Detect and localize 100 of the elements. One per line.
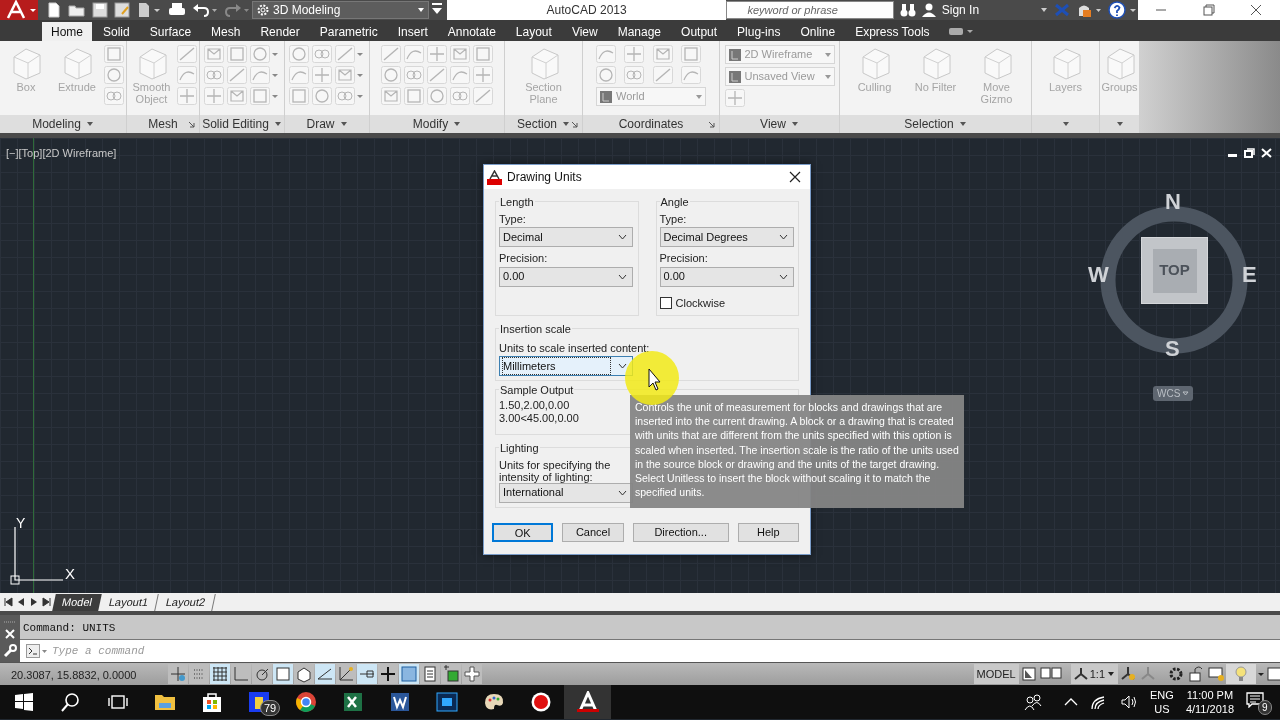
status-toggle-icon[interactable]: [230, 664, 251, 684]
nav-first-icon[interactable]: [2, 596, 14, 608]
ribbon-tab[interactable]: Mesh: [202, 22, 250, 41]
status-toggle-icon[interactable]: [293, 664, 314, 684]
ribbon-tab[interactable]: Insert: [388, 22, 437, 41]
search-icon[interactable]: [59, 691, 82, 713]
view-cube[interactable]: TOP: [1141, 237, 1208, 304]
checkbox[interactable]: [659, 296, 672, 309]
start-icon[interactable]: [12, 691, 35, 713]
dialog-button[interactable]: Direction...: [632, 522, 729, 542]
caret-icon[interactable]: [273, 121, 282, 127]
model-space-button[interactable]: MODEL: [973, 664, 1019, 684]
ribbon-tab[interactable]: Output: [672, 22, 727, 41]
volume-icon[interactable]: [1120, 694, 1139, 710]
grip-icon[interactable]: [3, 619, 17, 624]
clock[interactable]: 11:00 PM 4/11/2018: [1185, 688, 1234, 716]
browser-icon[interactable]: [294, 691, 317, 713]
undo-icon[interactable]: [192, 2, 218, 18]
ribbon-tab[interactable]: Solid: [94, 22, 139, 41]
dropdown[interactable]: Decimal: [499, 227, 633, 247]
annotation-scale-dropdown[interactable]: 1:1: [1070, 664, 1118, 684]
caret-icon[interactable]: [1039, 7, 1048, 13]
close-icon[interactable]: [1250, 4, 1263, 16]
dropdown[interactable]: International: [499, 482, 633, 503]
status-toggle-icon[interactable]: [440, 664, 461, 684]
document-app-icon[interactable]: [388, 691, 411, 713]
command-input[interactable]: Type a command: [52, 642, 1280, 660]
status-toggle-icon[interactable]: [167, 664, 188, 684]
printer-icon[interactable]: [168, 2, 186, 18]
ribbon-tab[interactable]: Parametric: [310, 22, 387, 41]
caret-icon[interactable]: [958, 121, 967, 127]
spreadsheet-app-icon[interactable]: [341, 691, 364, 713]
close-icon[interactable]: [789, 171, 801, 183]
status-toggle-icon[interactable]: [356, 664, 377, 684]
image-editor-icon[interactable]: [435, 691, 458, 713]
dialog-button[interactable]: Cancel: [562, 522, 624, 542]
layout-tab[interactable]: Layout1: [99, 593, 159, 611]
compass-north-label[interactable]: N: [1165, 185, 1181, 218]
caret-icon[interactable]: [1115, 121, 1124, 127]
model-tab[interactable]: Model: [52, 593, 102, 611]
application-logo-icon[interactable]: [0, 0, 38, 20]
nav-last-icon[interactable]: [41, 596, 53, 608]
viewport-label[interactable]: [−][Top][2D Wireframe]: [6, 145, 117, 162]
ribbon-tab[interactable]: Manage: [608, 22, 671, 41]
compass-east-label[interactable]: E: [1242, 258, 1257, 291]
dialog-button[interactable]: Help: [737, 522, 799, 542]
input-language-indicator[interactable]: ENG US: [1150, 688, 1174, 716]
ribbon-tab[interactable]: Layout: [506, 22, 561, 41]
save-icon[interactable]: [92, 2, 108, 18]
ribbon-tab[interactable]: View: [562, 22, 607, 41]
ribbon-tab[interactable]: Surface: [140, 22, 201, 41]
status-toggle-icon[interactable]: [272, 664, 293, 684]
ribbon-tab[interactable]: Annotate: [438, 22, 505, 41]
caret-icon[interactable]: [339, 121, 348, 127]
wrench-icon[interactable]: [3, 643, 17, 658]
dropdown[interactable]: 0.00: [659, 266, 794, 287]
command-line-field[interactable]: Type a command: [20, 640, 1280, 662]
sign-in-link[interactable]: Sign In: [941, 1, 1034, 19]
layout-tab[interactable]: Layout2: [156, 593, 217, 611]
workspace-dropdown[interactable]: 3D Modeling: [252, 1, 429, 19]
caret-icon[interactable]: [453, 121, 462, 127]
status-toggle-icon[interactable]: [335, 664, 356, 684]
hardware-acceleration-icon[interactable]: [1206, 664, 1226, 684]
plot-icon[interactable]: [136, 2, 162, 18]
drafting-app-icon[interactable]: [576, 691, 599, 713]
caret-icon[interactable]: [790, 121, 799, 127]
dropdown[interactable]: Millimeters: [499, 356, 633, 376]
caret-icon[interactable]: [562, 121, 570, 127]
restore-icon[interactable]: [1244, 148, 1255, 158]
status-toggle-icon[interactable]: [398, 664, 419, 684]
compass-west-label[interactable]: W: [1088, 258, 1109, 291]
people-icon[interactable]: [1024, 693, 1043, 711]
launcher-icon[interactable]: [708, 120, 715, 128]
caret-icon[interactable]: [1061, 121, 1070, 127]
user-icon[interactable]: [921, 3, 936, 17]
ribbon-tab[interactable]: Plug-ins: [728, 22, 790, 41]
chevron-up-icon[interactable]: [1064, 697, 1079, 707]
redo-icon[interactable]: [224, 2, 250, 18]
clean-screen-icon[interactable]: [1266, 664, 1280, 684]
launcher-icon[interactable]: [188, 120, 195, 128]
binoculars-icon[interactable]: [899, 3, 916, 17]
status-toggle-icon[interactable]: [461, 664, 482, 684]
status-toggle-icon[interactable]: [419, 664, 440, 684]
status-toggle-icon[interactable]: [314, 664, 335, 684]
open-folder-icon[interactable]: [68, 2, 86, 18]
ribbon-tab[interactable]: Express Tools: [846, 22, 939, 41]
ribbon-tab[interactable]: Online: [791, 22, 845, 41]
save-as-icon[interactable]: [114, 2, 130, 18]
checkbox-label[interactable]: Clockwise: [675, 294, 725, 311]
new-file-icon[interactable]: [46, 2, 62, 18]
record-icon[interactable]: [529, 691, 552, 713]
dropdown[interactable]: Decimal Degrees: [659, 227, 794, 247]
store-icon[interactable]: [200, 691, 223, 713]
status-toggle-icon[interactable]: [377, 664, 398, 684]
dropdown[interactable]: 0.00: [499, 266, 633, 287]
help-icon[interactable]: [1107, 1, 1138, 19]
launcher-icon[interactable]: [571, 120, 578, 128]
dialog-button[interactable]: OK: [492, 522, 554, 542]
action-center-icon[interactable]: [1246, 692, 1264, 708]
search-field[interactable]: keyword or phrase: [726, 1, 894, 19]
